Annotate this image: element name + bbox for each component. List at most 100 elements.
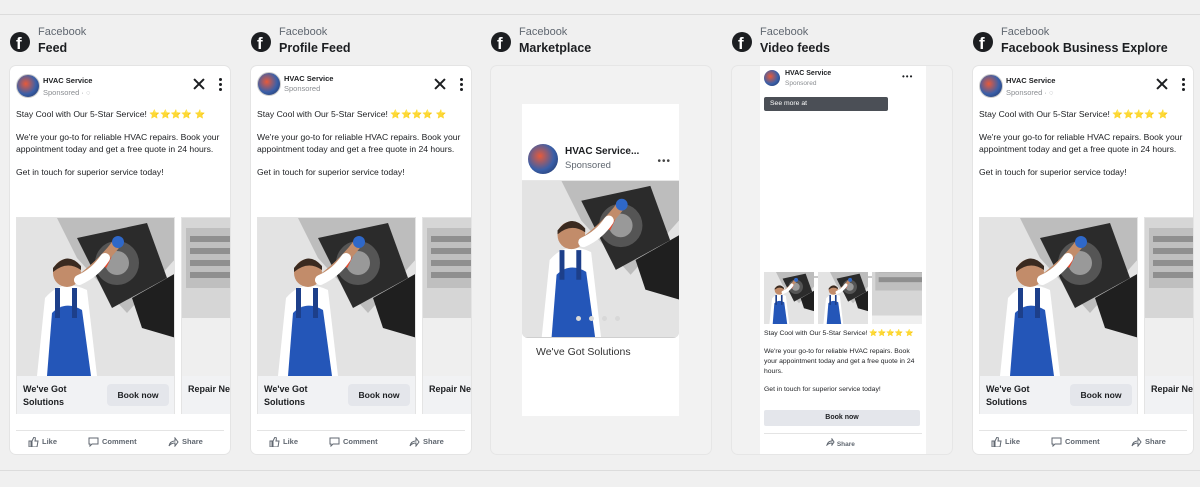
facebook-logo-icon: f — [491, 32, 511, 53]
placement-video-feeds: f Facebook Video feeds HVAC Service Spon… — [732, 0, 968, 487]
book-now-button[interactable]: Book now — [1070, 384, 1132, 406]
body-paragraph: We're your go-to for reliable HVAC repai… — [16, 132, 220, 154]
platform-label: Facebook — [38, 26, 87, 38]
ad-preview-card: HVAC Service Sponsored · ◌ Stay Cool wit… — [973, 66, 1193, 454]
carousel-card-2[interactable]: Repair Nearby — [422, 217, 471, 414]
technician-photo — [258, 218, 415, 376]
comment-icon — [88, 437, 99, 448]
advertiser-name[interactable]: HVAC Service... — [565, 146, 639, 157]
advertiser-avatar[interactable] — [979, 74, 1003, 98]
ad-primary-text: Stay Cool with Our 5-Star Service! ⭐⭐⭐⭐ … — [764, 329, 924, 403]
like-button[interactable]: Like — [269, 436, 298, 448]
card-headline: We've Got Solutions — [536, 346, 631, 358]
advertiser-avatar[interactable] — [528, 144, 558, 174]
placement-profile-feed: f Facebook Profile Feed HVAC Service Spo… — [251, 0, 487, 487]
platform-label: Facebook — [279, 26, 328, 38]
ad-preview-card: HVAC Service Sponsored · ◌ Stay Cool wit… — [10, 66, 230, 454]
marketplace-frame: HVAC Service... Sponsored ••• We've Got … — [522, 104, 679, 416]
carousel-card-1[interactable]: We've Got Solutions Book now — [16, 217, 175, 414]
placement-marketplace: f Facebook Marketplace HVAC Service... S… — [491, 0, 727, 487]
placement-header: f Facebook Video feeds — [732, 26, 968, 58]
facebook-logo-icon: f — [251, 32, 271, 53]
placement-header: f Facebook Marketplace — [491, 26, 727, 58]
like-icon — [991, 436, 1002, 448]
carousel-thumbnails[interactable] — [764, 272, 922, 324]
advertiser-avatar[interactable] — [16, 74, 40, 98]
like-icon — [28, 436, 39, 448]
see-more-bar[interactable]: See more at — [764, 97, 888, 111]
book-now-button[interactable]: Book now — [764, 410, 920, 426]
share-button[interactable]: Share — [409, 436, 444, 448]
carousel[interactable]: We've Got Solutions Book now Repair Near… — [16, 217, 230, 414]
intro-line: Stay Cool with Our 5-Star Service! — [16, 109, 147, 119]
intro-line: Stay Cool with Our 5-Star Service! — [764, 330, 868, 337]
platform-label: Facebook — [760, 26, 809, 38]
advertiser-avatar[interactable] — [764, 70, 780, 86]
comment-button[interactable]: Comment — [329, 437, 378, 448]
comment-button[interactable]: Comment — [88, 437, 137, 448]
placement-feed: f Facebook Feed HVAC Service Sponsored ·… — [10, 0, 246, 487]
ad-primary-text: Stay Cool with Our 5-Star Service! ⭐⭐⭐⭐ … — [16, 108, 222, 189]
advertiser-name[interactable]: HVAC Service — [43, 76, 92, 85]
card-headline: We've Got Solutions — [986, 384, 1030, 407]
more-options-icon[interactable] — [460, 78, 463, 92]
thumbnail-1[interactable] — [764, 272, 814, 324]
share-icon — [168, 436, 179, 448]
carousel-card-1[interactable]: We've Got Solutions Book now — [979, 217, 1138, 414]
intro-line: Stay Cool with Our 5-Star Service! — [979, 109, 1110, 119]
sponsored-label: Sponsored — [284, 84, 321, 93]
carousel-pagination — [576, 308, 628, 326]
carousel[interactable]: We've Got Solutions Book now Repair Near… — [979, 217, 1193, 414]
book-now-button[interactable]: Book now — [107, 384, 169, 406]
body-paragraph: We're your go-to for reliable HVAC repai… — [257, 132, 461, 154]
share-icon — [826, 437, 835, 447]
ac-unit-photo — [1145, 218, 1193, 376]
carousel-card-2[interactable]: Repair Nearby — [1144, 217, 1193, 414]
like-button[interactable]: Like — [28, 436, 57, 448]
book-now-button[interactable]: Book now — [348, 384, 410, 406]
facebook-logo-icon: f — [732, 32, 752, 53]
more-options-icon[interactable]: ••• — [902, 72, 913, 81]
facebook-logo-icon: f — [10, 32, 30, 53]
share-button[interactable]: Share — [168, 436, 203, 448]
card-headline: Repair Nearby — [1151, 384, 1193, 394]
ad-preview-card: HVAC Service... Sponsored ••• We've Got … — [491, 66, 711, 454]
advertiser-name[interactable]: HVAC Service — [1006, 76, 1055, 85]
advertiser-name[interactable]: HVAC Service — [284, 74, 333, 83]
intro-line: Stay Cool with Our 5-Star Service! — [257, 109, 388, 119]
more-options-icon[interactable]: ••• — [657, 156, 671, 167]
close-icon[interactable] — [1155, 77, 1169, 91]
share-button[interactable]: Share — [826, 437, 855, 448]
technician-photo — [980, 218, 1137, 376]
technician-photo — [17, 218, 174, 376]
closing-line: Get in touch for superior service today! — [257, 167, 405, 177]
story-progress — [764, 265, 922, 296]
close-icon[interactable] — [433, 77, 447, 91]
comment-button[interactable]: Comment — [1051, 437, 1100, 448]
comment-icon — [329, 437, 340, 448]
thumbnail-3[interactable] — [872, 272, 922, 324]
star-rating: ⭐⭐⭐⭐ ⭐ — [149, 109, 206, 119]
more-options-icon[interactable] — [1182, 78, 1185, 92]
facebook-logo-icon: f — [973, 32, 993, 53]
share-button[interactable]: Share — [1131, 436, 1166, 448]
marketplace-ad[interactable]: HVAC Service... Sponsored ••• We've Got … — [522, 130, 679, 360]
card-headline: Repair Nearby — [429, 384, 471, 394]
carousel-card-1[interactable]: We've Got Solutions Book now — [257, 217, 416, 414]
close-icon[interactable] — [192, 77, 206, 91]
placement-header: f Facebook Profile Feed — [251, 26, 487, 58]
like-icon — [269, 436, 280, 448]
carousel-card-2[interactable]: Repair Nearby — [181, 217, 230, 414]
carousel[interactable]: We've Got Solutions Book now Repair Near… — [257, 217, 471, 414]
advertiser-name[interactable]: HVAC Service — [785, 70, 831, 77]
placement-name: Feed — [38, 41, 68, 55]
sponsored-label: Sponsored — [785, 80, 817, 87]
action-bar: Like Comment Share — [16, 430, 224, 451]
star-rating: ⭐⭐⭐⭐ ⭐ — [1112, 109, 1169, 119]
like-button[interactable]: Like — [991, 436, 1020, 448]
placement-name: Video feeds — [760, 41, 830, 55]
advertiser-avatar[interactable] — [257, 72, 281, 96]
thumbnail-2[interactable] — [818, 272, 868, 324]
more-options-icon[interactable] — [219, 78, 222, 92]
technician-photo[interactable] — [522, 180, 679, 338]
